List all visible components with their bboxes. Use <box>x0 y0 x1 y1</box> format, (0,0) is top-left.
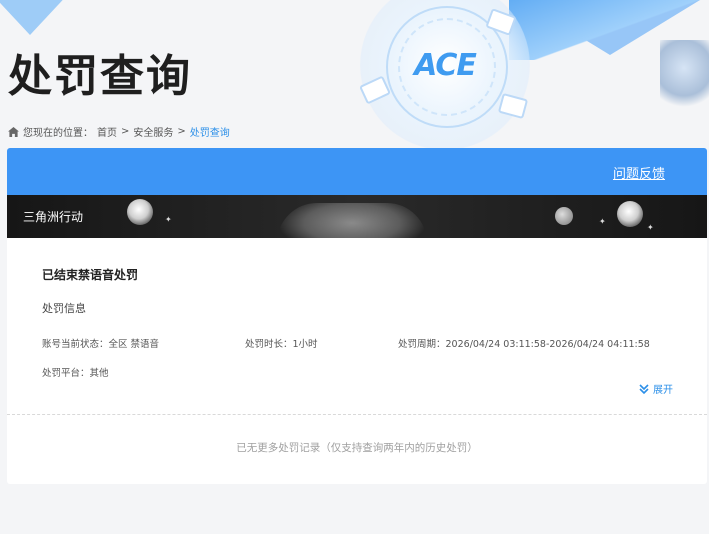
breadcrumb-item-home[interactable]: 首页 <box>97 124 117 139</box>
duration-label: 处罚时长： <box>245 339 293 350</box>
feedback-link[interactable]: 问题反馈 <box>613 163 665 182</box>
platform-field: 处罚平台：其他 <box>42 365 109 379</box>
account-status-label: 账号当前状态： <box>42 339 109 350</box>
page-footer-band <box>0 518 709 534</box>
star-icon: ✦ <box>165 215 172 224</box>
breadcrumb-separator: > <box>177 126 186 137</box>
no-more-records-text: 已无更多处罚记录（仅支持查询两年内的历史处罚） <box>236 442 478 454</box>
duration-field: 处罚时长：1小时 <box>245 336 318 350</box>
platform-label: 处罚平台： <box>42 368 90 379</box>
star-icon: ✦ <box>599 217 606 226</box>
period-value: 2026/04/24 03:11:58-2026/04/24 04:11:58 <box>445 339 650 350</box>
account-status-value: 全区 禁语音 <box>108 339 160 350</box>
game-banner: ✦ ✦ ✦ 三角洲行动 <box>7 195 707 238</box>
page-title: 处罚查询 <box>8 51 192 102</box>
ace-logo: ACE <box>414 48 477 83</box>
planet-icon <box>555 207 573 225</box>
account-status-field: 账号当前状态：全区 禁语音 <box>42 336 159 350</box>
duration-value: 1小时 <box>292 339 318 350</box>
breadcrumb-separator: > <box>121 126 130 137</box>
home-icon <box>8 126 19 137</box>
astronaut-icon <box>617 201 643 227</box>
breadcrumb-prefix: 您现在的位置： <box>23 128 93 139</box>
banner-vehicle-art <box>277 203 427 238</box>
expand-label: 展开 <box>653 385 673 396</box>
penalty-card: 问题反馈 ✦ ✦ ✦ 三角洲行动 已结束禁语音处罚 处罚信息 账号当前状态：全区… <box>7 148 707 484</box>
breadcrumb: 您现在的位置： 首页 > 安全服务 > 处罚查询 <box>8 124 230 139</box>
breadcrumb-item-security[interactable]: 安全服务 <box>133 124 173 139</box>
chevron-down-double-icon <box>639 383 649 394</box>
period-label: 处罚周期： <box>398 339 446 350</box>
card-header: 问题反馈 <box>7 148 707 195</box>
expand-button[interactable]: 展开 <box>638 381 673 396</box>
banner-title: 三角洲行动 <box>23 210 84 224</box>
penalty-record: 已结束禁语音处罚 处罚信息 账号当前状态：全区 禁语音 处罚时长：1小时 处罚周… <box>7 238 707 415</box>
page-header: ACE 处罚查询 您现在的位置： 首页 > 安全服务 > 处罚查询 <box>0 0 709 148</box>
decor-triangle-left <box>0 0 100 35</box>
platform-value: 其他 <box>89 368 109 379</box>
record-section-label: 处罚信息 <box>42 302 86 315</box>
dragon-decoration <box>660 40 709 110</box>
period-field: 处罚周期：2026/04/24 03:11:58-2026/04/24 04:1… <box>398 336 650 350</box>
astronaut-icon <box>127 199 153 225</box>
record-title: 已结束禁语音处罚 <box>42 268 139 282</box>
star-icon: ✦ <box>647 223 654 232</box>
breadcrumb-item-current: 处罚查询 <box>189 128 230 139</box>
